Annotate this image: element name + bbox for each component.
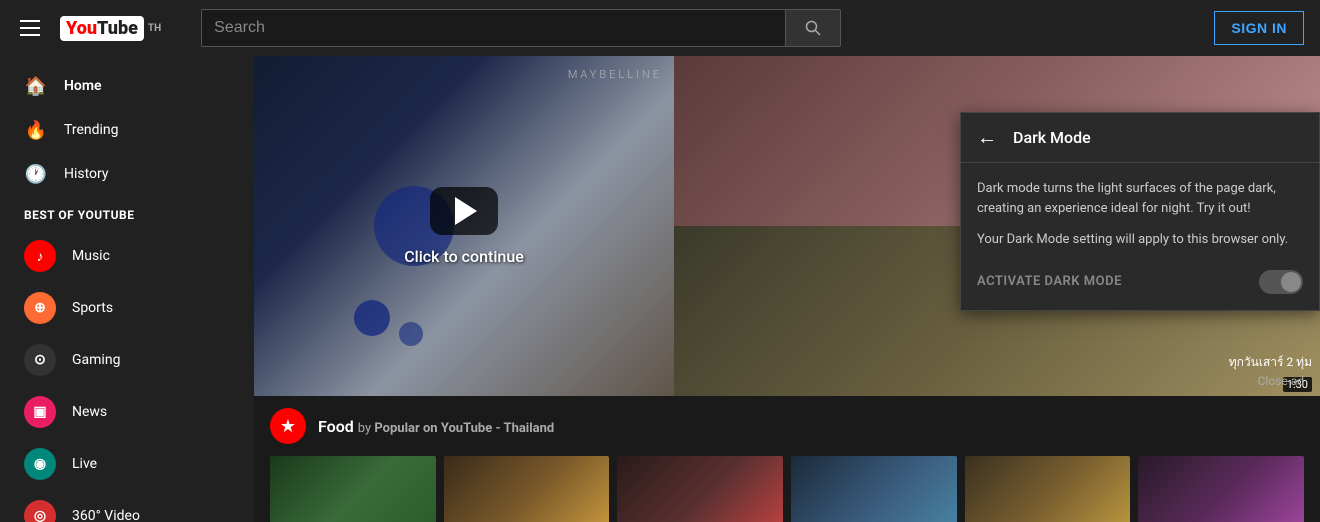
food-title: Food [318,417,354,436]
video-thumb-6 [1138,456,1304,522]
sidebar-label-music: Music [72,248,110,264]
video-card-4[interactable] [791,456,957,522]
sidebar-label-history: History [64,166,109,182]
food-section: ★ Food by Popular on YouTube - Thailand [254,396,1320,522]
home-icon: 🏠 [24,74,48,98]
back-button[interactable]: ← [977,125,997,150]
toggle-knob [1281,272,1301,292]
dark-mode-popover: ← Dark Mode Dark mode turns the light su… [960,112,1320,311]
music-icon: ♪ [24,240,56,272]
sidebar-label-news: News [72,404,107,420]
dark-mode-toggle[interactable] [1259,270,1303,294]
sidebar-item-news[interactable]: ▣ News [0,386,254,438]
ad-video[interactable]: MAYBELLINE Click to continue [254,56,674,396]
close-ad-button[interactable]: Close ad [1258,374,1304,388]
search-icon [805,20,821,36]
trending-icon: 🔥 [24,118,48,142]
star-icon: ★ [270,408,306,444]
sidebar-item-trending[interactable]: 🔥 Trending [0,108,254,152]
sidebar-item-360video[interactable]: ◎ 360° Video [0,490,254,522]
popover-note: Your Dark Mode setting will apply to thi… [977,230,1303,250]
video-card-5[interactable] [965,456,1131,522]
popover-title: Dark Mode [1013,128,1091,147]
search-bar [201,9,841,47]
ad-video-overlay: Click to continue [254,56,674,396]
sidebar-item-sports[interactable]: ⊕ Sports [0,282,254,334]
sidebar-item-home[interactable]: 🏠 Home [0,64,254,108]
video-thumb-3 [617,456,783,522]
news-icon: ▣ [24,396,56,428]
popover-description: Dark mode turns the light surfaces of th… [977,179,1303,218]
sign-in-button[interactable]: SIGN IN [1214,11,1304,45]
sidebar-label-sports: Sports [72,300,113,316]
click-to-continue: Click to continue [404,247,524,266]
header: YouTube TH SIGN IN [0,0,1320,56]
video-card-3[interactable] [617,456,783,522]
section-header: ★ Food by Popular on YouTube - Thailand [270,408,1304,444]
activate-label: ACTIVATE DARK MODE [977,274,1122,289]
video-thumb-4 [791,456,957,522]
sidebar-item-gaming[interactable]: ⊙ Gaming [0,334,254,386]
section-title-group: Food by Popular on YouTube - Thailand [318,417,554,436]
search-button[interactable] [785,9,841,47]
live-icon: ◉ [24,448,56,480]
sidebar-label-gaming: Gaming [72,352,120,368]
play-button[interactable] [430,187,498,235]
sidebar-item-live[interactable]: ◉ Live [0,438,254,490]
video-thumb-2 [444,456,610,522]
video-grid [270,456,1304,522]
logo-image: YouTube [60,16,144,41]
hamburger-button[interactable] [16,16,44,40]
sports-icon: ⊕ [24,292,56,324]
sidebar: 🏠 Home 🔥 Trending 🕐 History BEST OF YOUT… [0,56,254,522]
logo[interactable]: YouTube TH [60,16,161,41]
activate-dark-mode-row: ACTIVATE DARK MODE [977,270,1303,294]
video-card-2[interactable] [444,456,610,522]
video-thumb-1 [270,456,436,522]
search-input[interactable] [201,9,785,47]
thumb-thai-text: ทุกวันเสาร์ 2 ทุ่ม [1229,353,1312,372]
popover-header: ← Dark Mode [961,113,1319,163]
sidebar-label-trending: Trending [64,122,119,138]
history-icon: 🕐 [24,162,48,186]
popover-body: Dark mode turns the light surfaces of th… [961,163,1319,310]
video-card-6[interactable] [1138,456,1304,522]
sidebar-label-home: Home [64,78,102,94]
gaming-icon: ⊙ [24,344,56,376]
sidebar-item-history[interactable]: 🕐 History [0,152,254,196]
food-subtitle: by Popular on YouTube - Thailand [358,421,555,436]
sidebar-label-360video: 360° Video [72,508,140,522]
360video-icon: ◎ [24,500,56,522]
video-thumb-5 [965,456,1131,522]
sidebar-label-live: Live [72,456,97,472]
best-section-title: BEST OF YOUTUBE [0,196,254,230]
sidebar-item-music[interactable]: ♪ Music [0,230,254,282]
video-card-1[interactable] [270,456,436,522]
logo-country: TH [148,23,161,34]
